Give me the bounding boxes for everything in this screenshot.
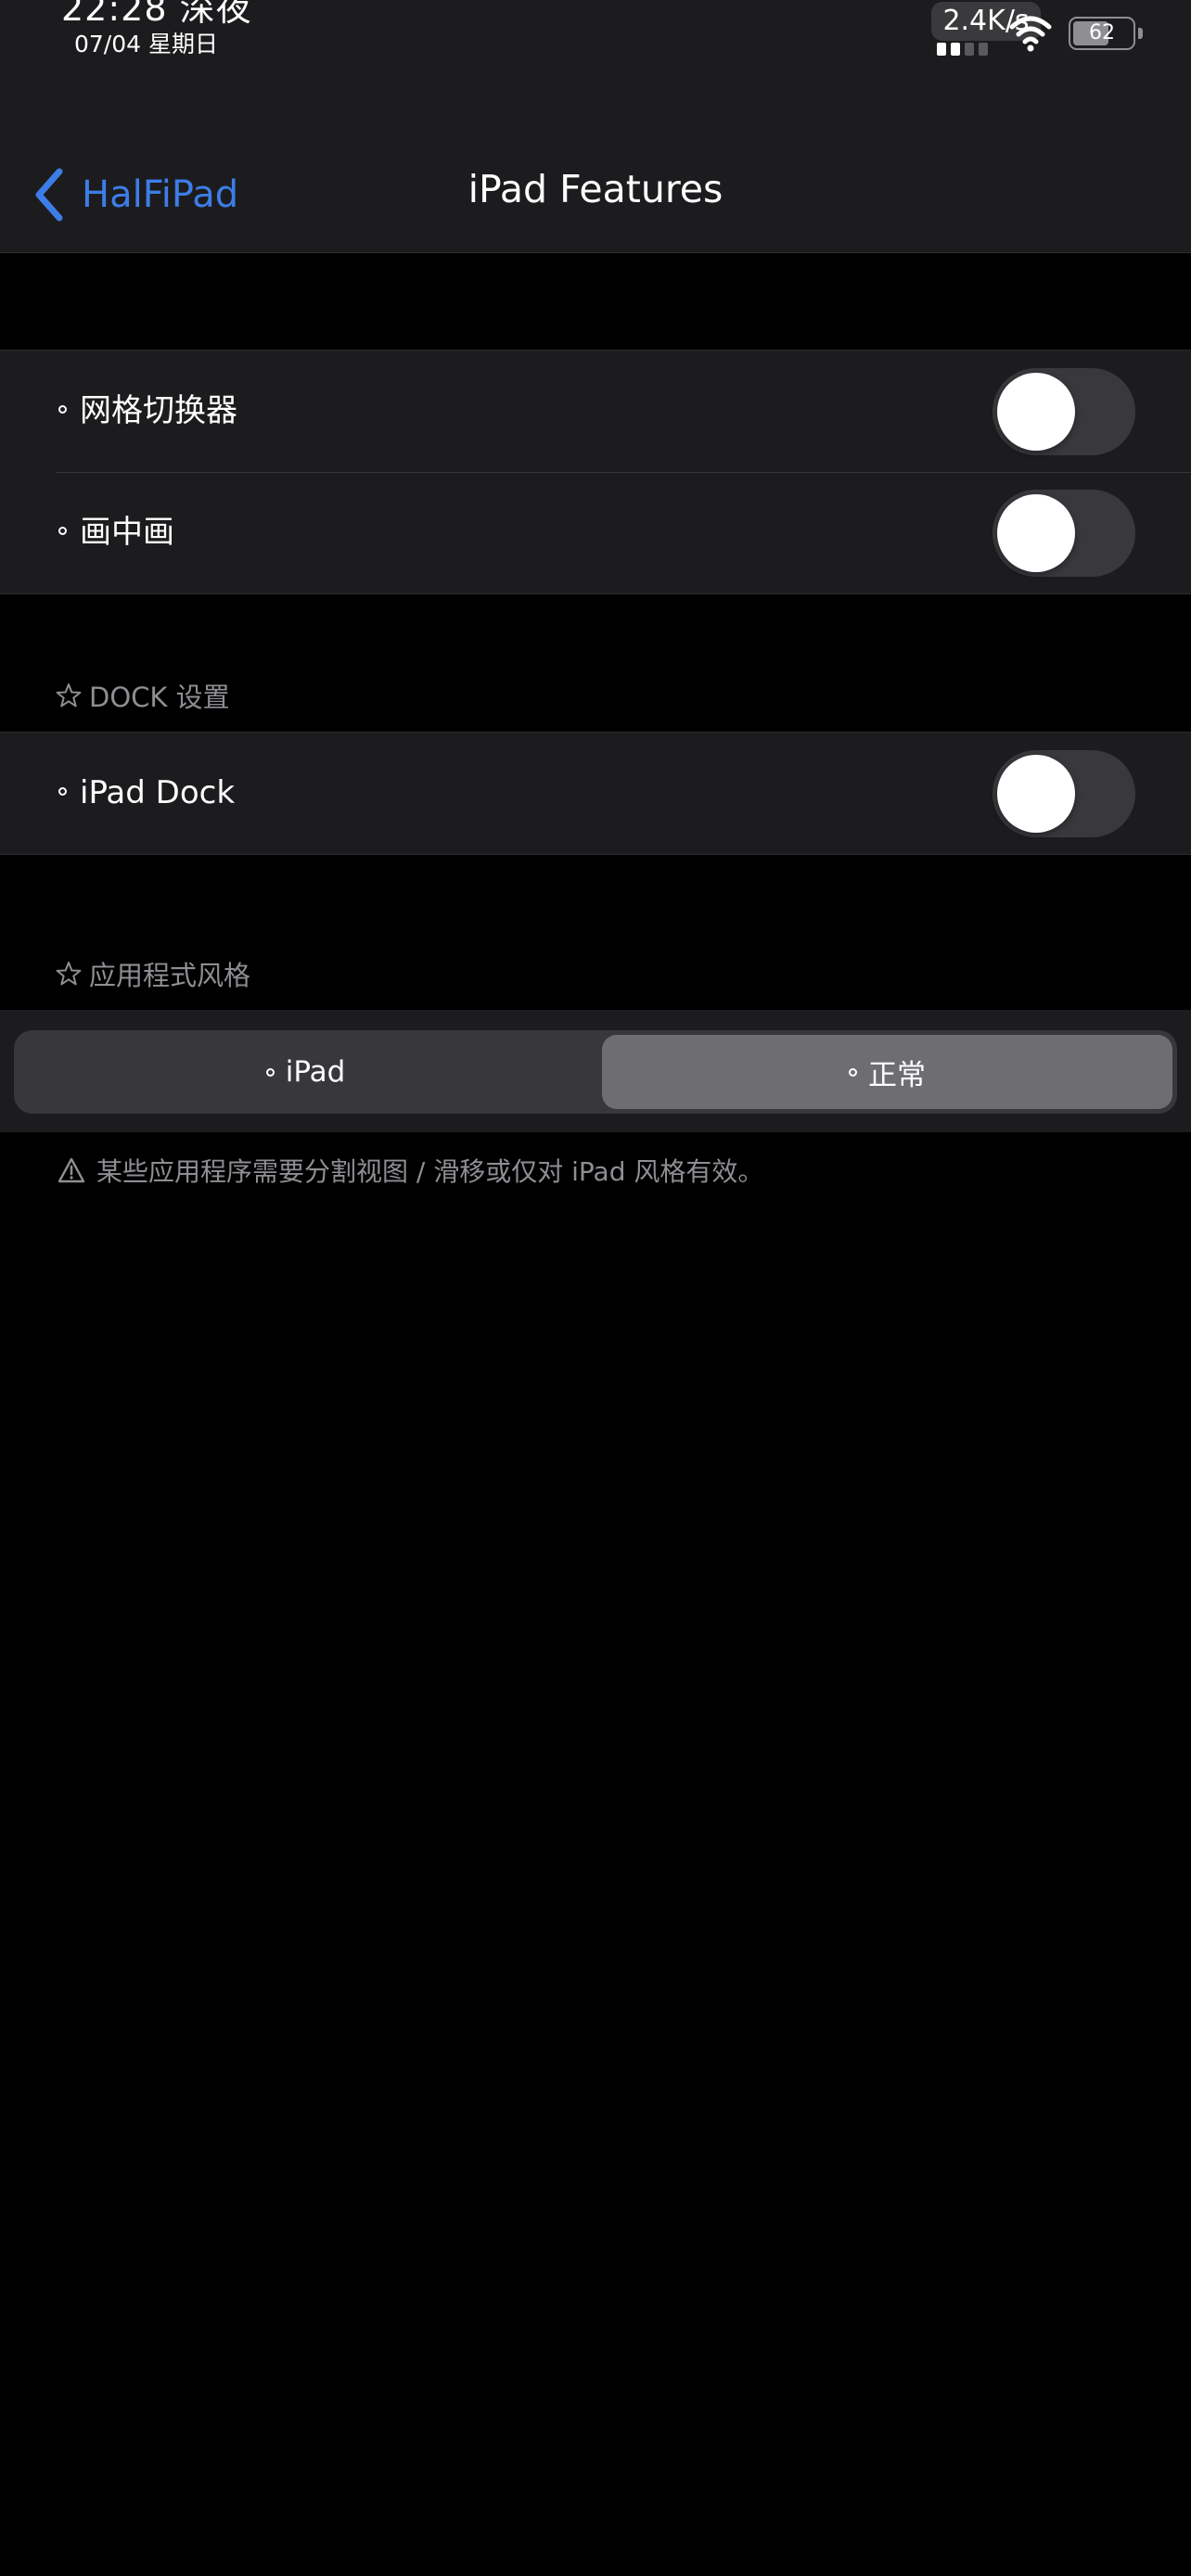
status-bar: 22:28 深夜 07/04 星期日 2.4K/s 62	[0, 0, 1191, 88]
bullet-icon	[58, 527, 67, 535]
toggle-knob	[997, 373, 1075, 451]
page-title: iPad Features	[467, 167, 724, 211]
wifi-icon	[1009, 16, 1052, 52]
grid-switcher-toggle[interactable]	[992, 368, 1135, 455]
segment-label: iPad	[285, 1055, 346, 1089]
bullet-icon	[849, 1067, 857, 1077]
app-style-section-header: 应用程式风格	[56, 955, 250, 992]
bullet-icon	[58, 405, 67, 414]
star-icon	[56, 683, 82, 708]
settings-row-grid-switcher: 网格切换器	[0, 351, 1191, 472]
bullet-icon	[265, 1067, 275, 1077]
row-label: 画中画	[80, 514, 174, 551]
segment-ipad[interactable]: iPad	[19, 1035, 593, 1109]
toggle-knob	[997, 494, 1075, 572]
section-header-label: DOCK 设置	[89, 682, 230, 713]
picture-in-picture-toggle[interactable]	[992, 490, 1135, 577]
battery-icon: 62	[1069, 17, 1146, 54]
battery-cap	[1138, 28, 1143, 39]
row-label: iPad Dock	[80, 774, 236, 811]
settings-row-picture-in-picture: 画中画	[0, 472, 1191, 593]
segment-label: 正常	[868, 1058, 926, 1092]
ipad-dock-toggle[interactable]	[992, 750, 1135, 837]
status-date: 07/04 星期日	[74, 31, 218, 57]
general-settings-group: 网格切换器 画中画	[0, 350, 1191, 594]
footer-note-text: 某些应用程序需要分割视图 / 滑移或仅对 iPad 风格有效。	[96, 1156, 764, 1187]
star-icon	[56, 962, 82, 986]
app-style-segmented-control: iPad 正常	[14, 1030, 1177, 1114]
app-style-group: iPad 正常	[0, 1010, 1191, 1132]
dock-settings-group: iPad Dock	[0, 732, 1191, 855]
battery-level: 62	[1089, 21, 1115, 45]
segment-normal[interactable]: 正常	[602, 1035, 1172, 1109]
section-header-label: 应用程式风格	[89, 960, 251, 991]
dock-section-header: DOCK 设置	[56, 677, 230, 714]
toggle-knob	[997, 755, 1075, 833]
settings-row-ipad-dock: iPad Dock	[0, 733, 1191, 854]
bullet-icon	[58, 787, 67, 796]
app-style-footer-note: 某些应用程序需要分割视图 / 滑移或仅对 iPad 风格有效。	[58, 1150, 763, 1191]
row-label: 网格切换器	[80, 392, 237, 429]
navigation-bar: HalFiPad iPad Features	[0, 88, 1191, 253]
warning-icon	[58, 1157, 85, 1183]
